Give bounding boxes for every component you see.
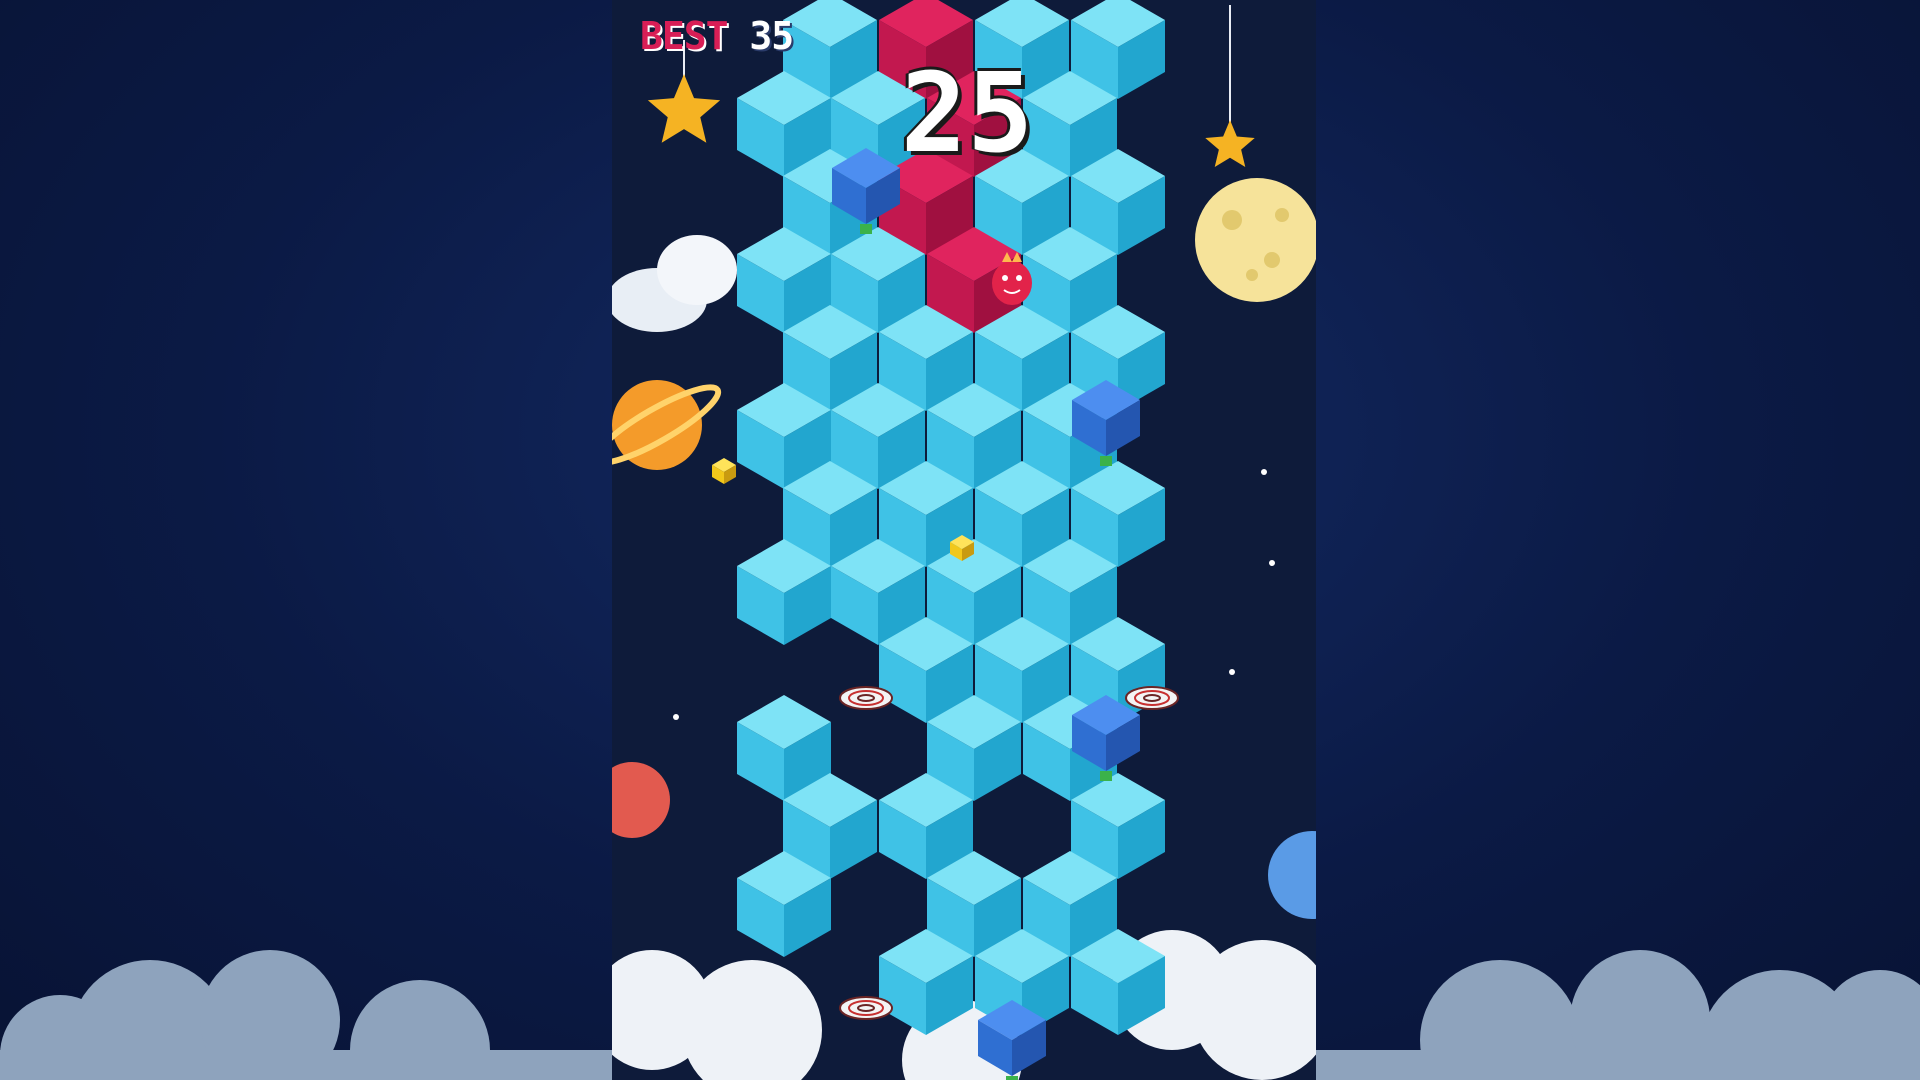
game-screen[interactable]: BEST 35 25 <box>612 0 1316 1080</box>
best-value: 35 <box>749 14 794 58</box>
best-label: BEST <box>640 14 729 58</box>
small-star-dot <box>1269 560 1275 566</box>
cloud-icon <box>612 235 737 332</box>
ringed-planet-icon <box>612 380 722 470</box>
small-star-dot <box>1229 669 1235 675</box>
blue-planet-icon <box>1268 831 1316 919</box>
coin-icon <box>712 458 736 484</box>
small-star-dot <box>1261 469 1267 475</box>
star-icon <box>1205 120 1255 168</box>
current-score: 25 <box>900 49 1034 177</box>
best-score: BEST 35 <box>640 14 794 58</box>
moon-icon <box>1195 178 1316 302</box>
spiral-trap-icon <box>839 686 893 710</box>
red-planet-icon <box>612 762 670 838</box>
spiral-trap-icon <box>839 996 893 1020</box>
spiral-trap-icon <box>1125 686 1179 710</box>
star-icon <box>647 74 721 143</box>
small-star-dot <box>673 714 679 720</box>
